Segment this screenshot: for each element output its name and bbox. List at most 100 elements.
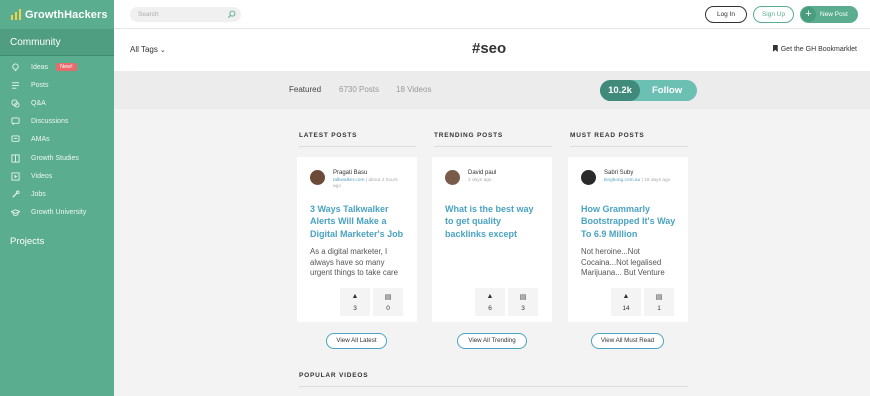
divider (299, 386, 688, 387)
author-name[interactable]: Sabri Suby (604, 170, 674, 176)
sidebar-item-label: Videos (31, 172, 53, 180)
bookmark-icon (772, 45, 778, 52)
bookmarklet-link[interactable]: Get the GH Bookmarklet (772, 45, 857, 53)
comments-button[interactable]: ▤ 0 (373, 288, 403, 316)
tab-bar: Featured 6730 Posts 18 Videos 10.2k Foll… (114, 71, 870, 109)
sidebar-item-label: Posts (31, 81, 49, 89)
discussion-icon (10, 117, 21, 126)
comment-icon: ▤ (519, 294, 527, 301)
logo[interactable]: GrowthHackers (0, 0, 114, 29)
new-post-button[interactable]: + New Post (800, 6, 858, 23)
sidebar-item-qa[interactable]: Q&A (0, 94, 114, 112)
upvote-button[interactable]: ▲ 14 (611, 288, 641, 316)
graduation-cap-icon (10, 208, 21, 217)
sidebar-item-amas[interactable]: AMAs (0, 131, 114, 149)
post-title[interactable]: How Grammarly Bootstrapped It's Way To 6… (581, 203, 679, 240)
sidebar-item-posts[interactable]: Posts (0, 76, 114, 94)
chat-bubbles-icon (10, 99, 21, 108)
sidebar-item-growth-studies[interactable]: Growth Studies (0, 149, 114, 167)
plus-icon: + (801, 7, 816, 22)
sidebar-item-ideas[interactable]: Ideas New! (0, 58, 114, 76)
post-time: | 18 days ago (640, 178, 671, 183)
view-all-trending-button[interactable]: View All Trending (457, 333, 527, 349)
avatar[interactable] (445, 170, 460, 185)
upvote-button[interactable]: ▲ 6 (475, 288, 505, 316)
post-title[interactable]: 3 Ways Talkwalker Alerts Will Make a Dig… (310, 203, 408, 240)
new-badge: New! (56, 63, 77, 72)
divider (299, 146, 416, 147)
community-title[interactable]: Community (0, 29, 114, 55)
comments-button[interactable]: ▤ 1 (644, 288, 674, 316)
tag-header: All Tags ⌄ #seo Get the GH Bookmarklet (114, 29, 870, 71)
tab-featured[interactable]: Featured (289, 85, 321, 94)
post-card[interactable]: Pragati Basu talkwalker.com | about 2 ho… (297, 157, 417, 322)
follow-label: Follow (652, 85, 683, 96)
triangle-up-icon: ▲ (351, 293, 359, 300)
post-meta: 2 days ago (468, 178, 538, 184)
post-meta: kingkong.com.au | 18 days ago (604, 178, 674, 184)
search-input[interactable]: Search (130, 7, 241, 22)
divider (434, 146, 552, 147)
page-title: #seo (472, 40, 507, 57)
comment-icon: ▤ (655, 294, 663, 301)
new-post-label: New Post (820, 11, 848, 18)
post-author: Pragati Basu talkwalker.com | about 2 ho… (310, 170, 403, 190)
sidebar-item-label: AMAs (31, 136, 50, 144)
bookmarklet-label: Get the GH Bookmarklet (780, 46, 857, 53)
post-card[interactable]: David paul 2 days ago What is the best w… (432, 157, 552, 322)
signup-button[interactable]: Sign Up (753, 6, 794, 23)
trending-posts-title: TRENDING POSTS (434, 132, 503, 139)
follow-button[interactable]: 10.2k Follow (600, 80, 697, 101)
projects-title[interactable]: Projects (0, 222, 114, 247)
must-read-posts-title: MUST READ POSTS (570, 132, 645, 139)
lightbulb-icon (10, 63, 21, 72)
sidebar: GrowthHackers Community Ideas New! Posts… (0, 0, 114, 396)
triangle-up-icon: ▲ (622, 293, 630, 300)
brand-name: GrowthHackers (25, 8, 108, 21)
comment-icon: ▤ (384, 294, 392, 301)
view-all-latest-button[interactable]: View All Latest (326, 333, 387, 349)
post-title[interactable]: What is the best way to get quality back… (445, 203, 543, 240)
source-link[interactable]: talkwalker.com (333, 178, 364, 183)
search-placeholder: Search (138, 11, 159, 18)
avatar[interactable] (581, 170, 596, 185)
play-icon (10, 172, 21, 181)
list-icon (10, 81, 21, 90)
sidebar-item-label: Discussions (31, 118, 69, 126)
sidebar-item-jobs[interactable]: Jobs (0, 185, 114, 203)
comment-count: 3 (521, 305, 525, 312)
author-name[interactable]: Pragati Basu (333, 170, 403, 176)
source-link[interactable]: kingkong.com.au (604, 178, 640, 183)
post-card[interactable]: Sabri Suby kingkong.com.au | 18 days ago… (568, 157, 688, 322)
logo-bars-icon (11, 9, 21, 20)
follower-count: 10.2k (600, 80, 640, 101)
upvote-count: 3 (353, 305, 357, 312)
tab-posts[interactable]: 6730 Posts (339, 85, 379, 94)
sidebar-item-label: Jobs (31, 190, 46, 198)
book-icon (10, 153, 21, 163)
popular-videos-title: POPULAR VIDEOS (299, 372, 369, 379)
all-tags-dropdown[interactable]: All Tags ⌄ (130, 45, 166, 54)
all-tags-label: All Tags (130, 45, 158, 54)
view-all-must-read-button[interactable]: View All Must Read (591, 333, 664, 349)
post-excerpt: As a digital marketer, I always have so … (310, 247, 398, 278)
login-button[interactable]: Log In (705, 6, 747, 23)
post-excerpt: Not heroine...Not Cocaina...Not legalise… (581, 247, 665, 278)
wrench-icon (10, 190, 21, 199)
sidebar-item-growth-university[interactable]: Growth University (0, 204, 114, 222)
avatar[interactable] (310, 170, 325, 185)
post-author: David paul 2 days ago (445, 170, 538, 185)
latest-posts-title: LATEST POSTS (299, 132, 358, 139)
sidebar-item-label: Ideas (31, 63, 49, 71)
top-bar: Search Log In Sign Up + New Post (114, 0, 870, 29)
tab-videos[interactable]: 18 Videos (396, 85, 431, 94)
author-name[interactable]: David paul (468, 170, 538, 176)
comments-button[interactable]: ▤ 3 (508, 288, 538, 316)
upvote-button[interactable]: ▲ 3 (340, 288, 370, 316)
post-meta: talkwalker.com | about 2 hours ago (333, 178, 403, 190)
chevron-down-icon: ⌄ (159, 47, 166, 54)
sidebar-item-discussions[interactable]: Discussions (0, 113, 114, 131)
sidebar-item-label: Growth University (31, 209, 87, 217)
sidebar-item-videos[interactable]: Videos (0, 167, 114, 185)
post-author: Sabri Suby kingkong.com.au | 18 days ago (581, 170, 674, 185)
